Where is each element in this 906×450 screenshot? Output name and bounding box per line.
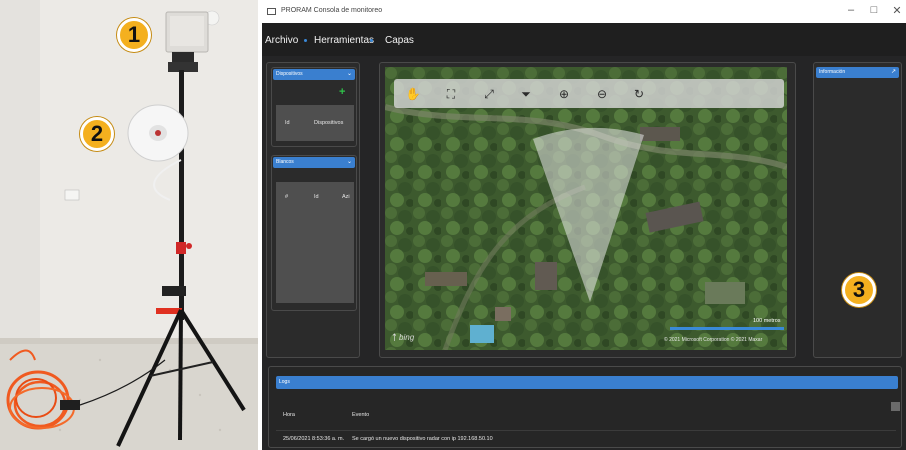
fit-extent-icon[interactable]: ⛶ bbox=[443, 86, 459, 102]
info-header-label: Información bbox=[819, 69, 846, 75]
callout-radar-unit: 1 bbox=[117, 18, 151, 52]
bing-logo-icon: ᛏ bbox=[392, 333, 397, 342]
targets-table: # Id Azi bbox=[276, 182, 354, 303]
targets-col-id: Id bbox=[314, 194, 319, 200]
satellite-map[interactable] bbox=[385, 67, 787, 350]
window-title: PRORAM Consola de monitoreo bbox=[281, 7, 383, 14]
maximize-button[interactable]: □ bbox=[867, 4, 881, 16]
zoom-in-icon[interactable]: ⊕ bbox=[556, 86, 572, 102]
map-provider-label: bing bbox=[399, 333, 415, 342]
zoom-out-icon[interactable]: ⊖ bbox=[594, 86, 610, 102]
pan-icon[interactable]: ✋ bbox=[405, 86, 421, 102]
expand-icon[interactable]: ⤢ bbox=[481, 86, 497, 102]
info-panel bbox=[813, 62, 902, 358]
map-scale-bar bbox=[670, 327, 784, 330]
eraser-icon[interactable]: ⏷ bbox=[518, 86, 534, 102]
targets-col-number: # bbox=[285, 194, 289, 200]
devices-table: Id Dispositivos bbox=[276, 105, 354, 141]
targets-panel-header[interactable]: Blancos ⌄ bbox=[273, 157, 355, 168]
menu-capas[interactable]: Capas bbox=[385, 35, 414, 46]
minimize-button[interactable]: – bbox=[844, 4, 858, 16]
title-bar: PRORAM Consola de monitoreo – □ ✕ bbox=[262, 0, 906, 23]
logs-scroll-button[interactable] bbox=[891, 402, 900, 411]
logs-header-label: Logs bbox=[279, 379, 290, 385]
tripod-illustration bbox=[0, 0, 258, 450]
add-device-button[interactable]: + bbox=[339, 86, 345, 98]
devices-col-dispositivos: Dispositivos bbox=[314, 120, 344, 126]
targets-col-azimuth: Azi bbox=[342, 194, 350, 200]
devices-header-label: Dispositivos bbox=[276, 71, 303, 77]
menu-separator-dot bbox=[304, 39, 307, 42]
menu-herramientas[interactable]: Herramientas bbox=[314, 35, 374, 46]
callout-antenna: 2 bbox=[80, 117, 114, 151]
log-row-event: Se cargó un nuevo dispositivo radar con … bbox=[352, 436, 493, 442]
devices-panel-header[interactable]: Dispositivos ⌄ bbox=[273, 69, 355, 80]
map-attribution: © 2021 Microsoft Corporation © 2021 Maxa… bbox=[664, 337, 763, 343]
logs-panel-header[interactable]: Logs bbox=[276, 376, 898, 389]
expand-corner-icon[interactable]: ↗ bbox=[891, 67, 896, 78]
radar-tripod-photo: 1 2 bbox=[0, 0, 258, 450]
map-imagery bbox=[385, 67, 787, 350]
logs-col-hora: Hora bbox=[283, 412, 295, 418]
map-provider-logo: ᛏ bing bbox=[392, 333, 414, 342]
info-panel-header[interactable]: Información ↗ bbox=[816, 67, 899, 78]
menu-archivo[interactable]: Archivo bbox=[265, 35, 298, 46]
logs-col-evento: Evento bbox=[352, 412, 370, 418]
menu-separator-dot bbox=[370, 39, 373, 42]
devices-col-id: Id bbox=[285, 120, 290, 126]
chevron-down-icon[interactable]: ⌄ bbox=[347, 157, 352, 168]
targets-header-label: Blancos bbox=[276, 159, 294, 165]
window-icon bbox=[267, 8, 276, 15]
figure: 1 2 PRORAM Consola de monitoreo – □ ✕ Ar… bbox=[0, 0, 906, 450]
chevron-down-icon[interactable]: ⌄ bbox=[347, 69, 352, 80]
log-row[interactable] bbox=[276, 430, 896, 431]
refresh-icon[interactable]: ↻ bbox=[631, 86, 647, 102]
map-scale-label: 100 metros bbox=[753, 318, 781, 324]
close-button[interactable]: ✕ bbox=[890, 4, 904, 17]
callout-info-panel: 3 bbox=[842, 273, 876, 307]
log-row-time: 25/06/2021 8:53:36 a. m. bbox=[283, 436, 345, 442]
menu-bar: Archivo Herramientas Capas bbox=[262, 23, 906, 56]
